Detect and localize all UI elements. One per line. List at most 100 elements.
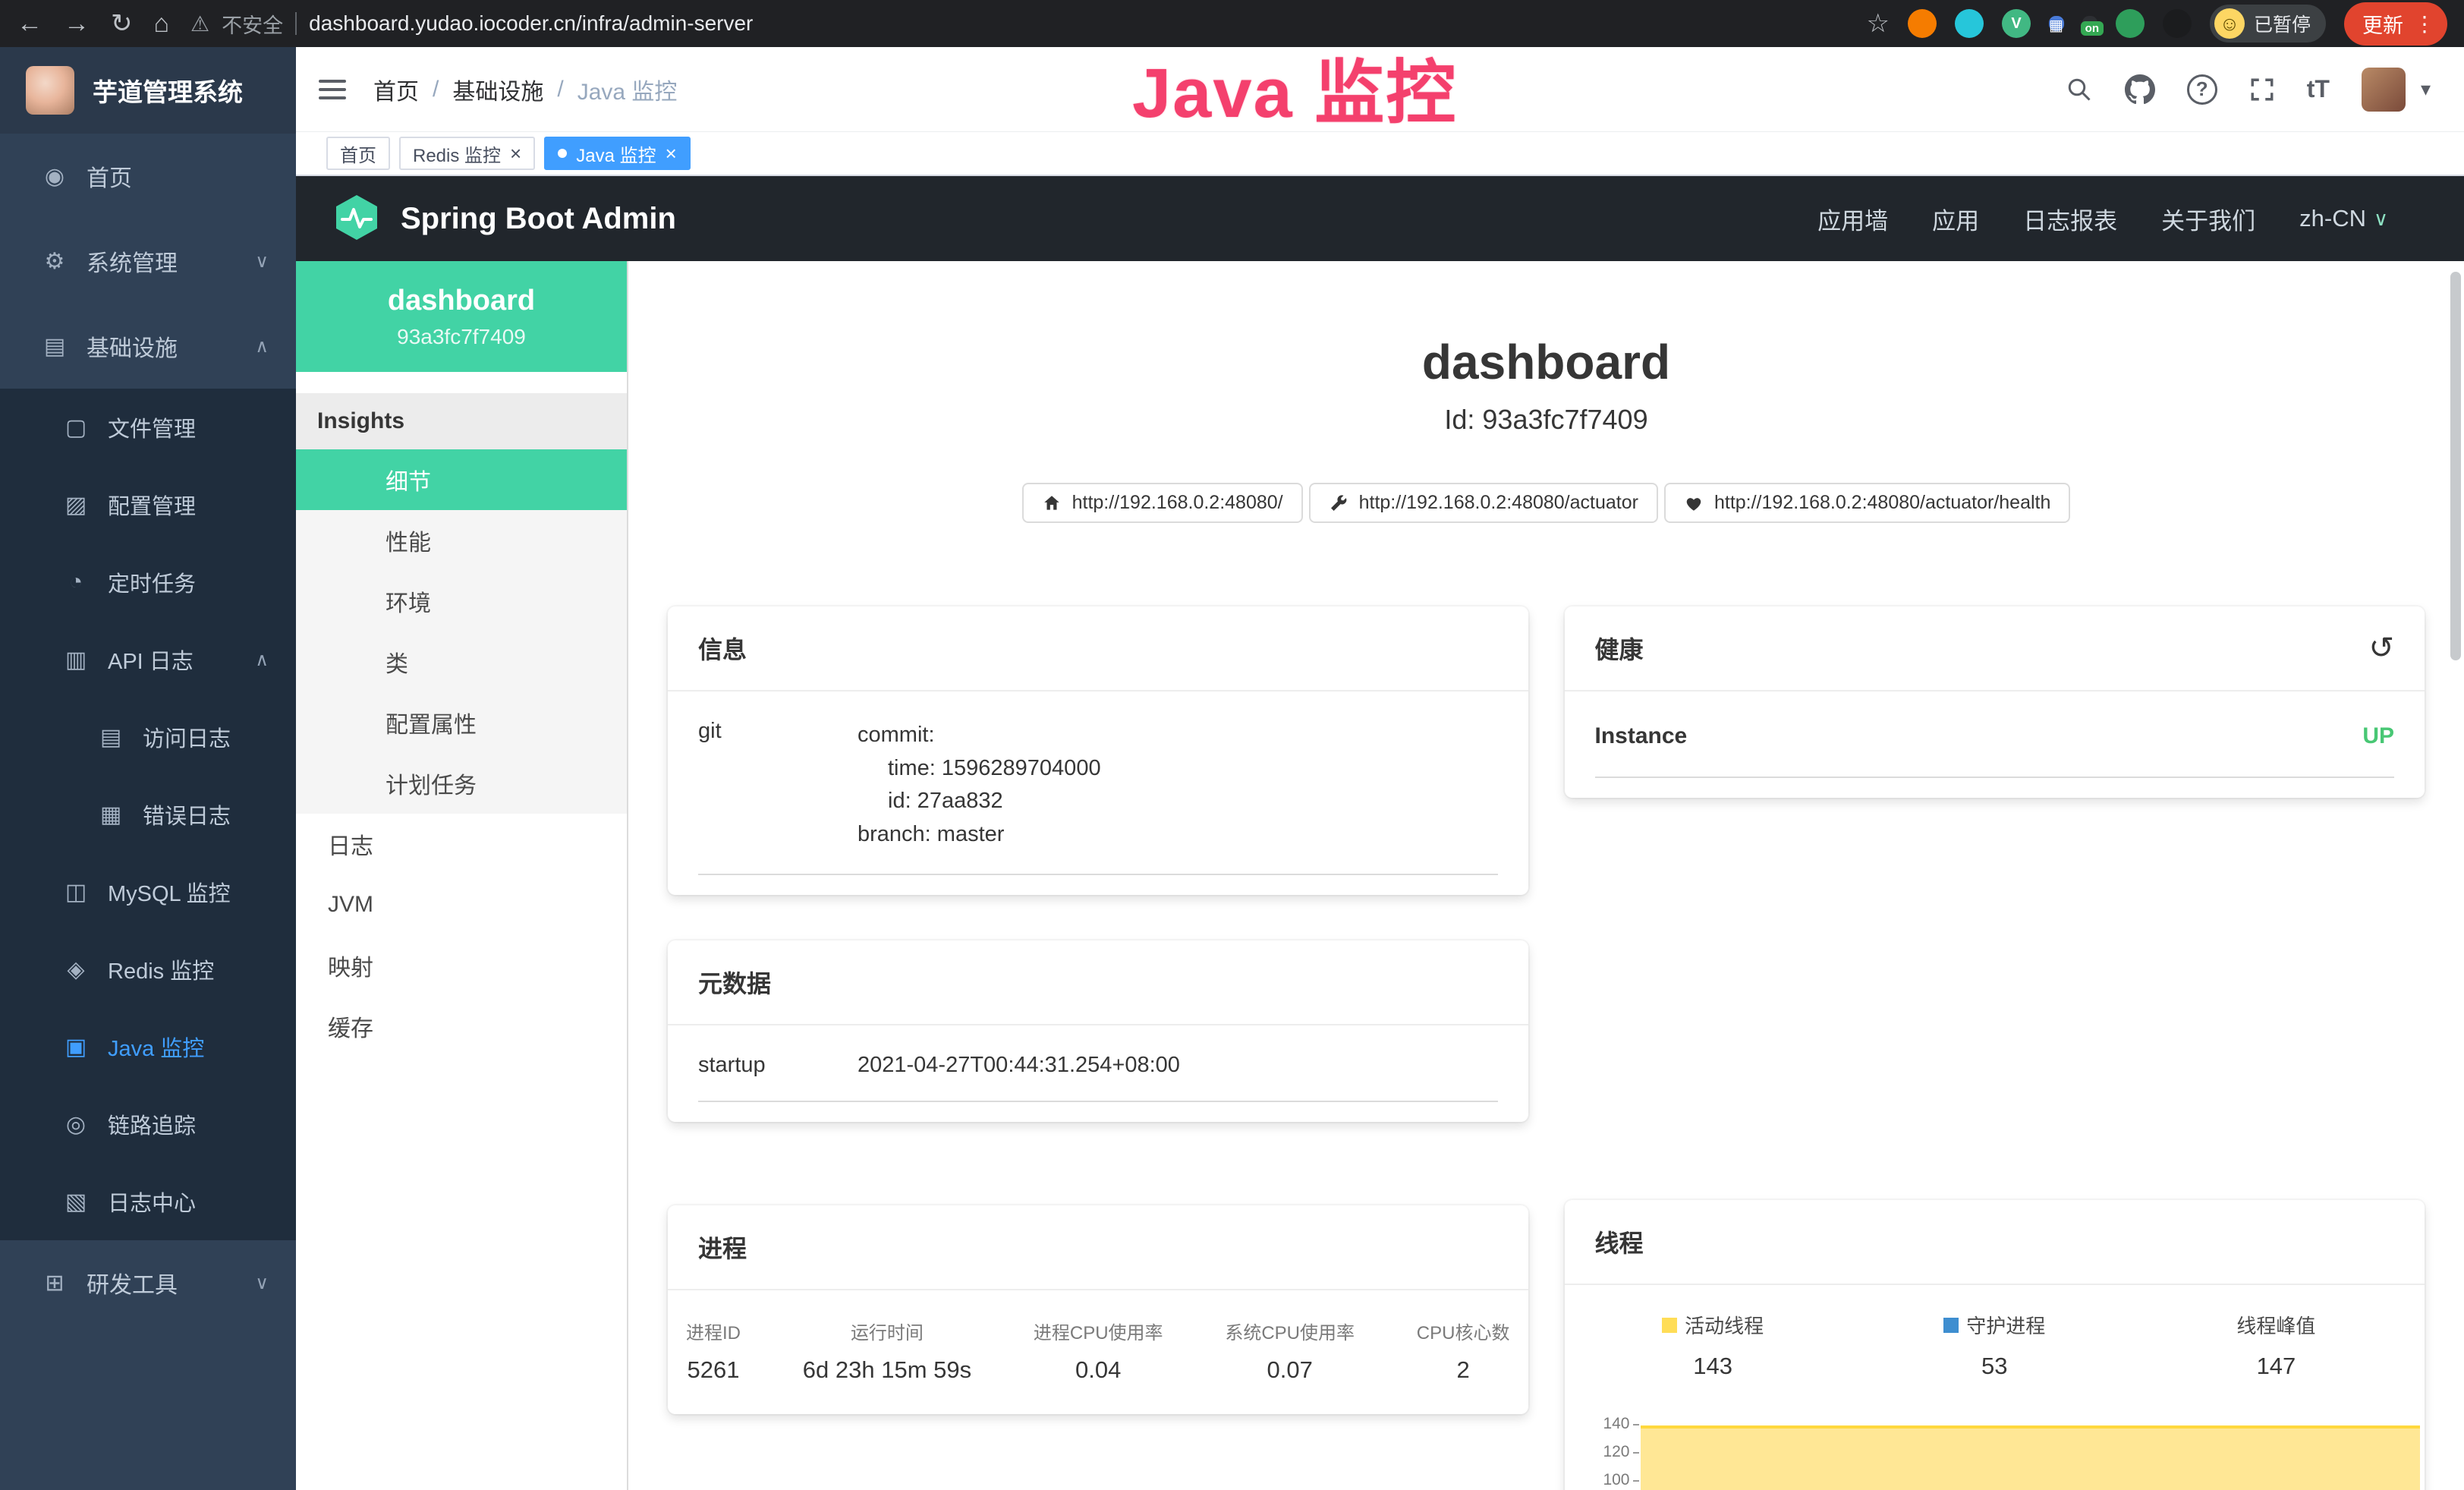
- profile-chip[interactable]: ☺ 已暂停: [2210, 5, 2326, 43]
- log-center-icon: ▧: [59, 1189, 93, 1215]
- locale-select[interactable]: zh-CN ∨: [2299, 205, 2388, 232]
- access-log-icon: ▤: [94, 724, 127, 751]
- sidebar-item-label: 基础设施: [87, 329, 178, 363]
- search-icon[interactable]: [2066, 76, 2093, 103]
- extension-on-badge: on: [2081, 21, 2104, 36]
- breadcrumb-home[interactable]: 首页: [373, 73, 419, 106]
- sba-logo-icon[interactable]: [332, 193, 381, 245]
- sba-item-config-props[interactable]: 配置属性: [296, 692, 627, 753]
- sidebar-item-label: 定时任务: [108, 566, 196, 598]
- sba-item-metrics[interactable]: 性能: [296, 510, 627, 571]
- actuator-url-link[interactable]: http://192.168.0.2:48080/actuator: [1309, 483, 1658, 523]
- locale-label: zh-CN: [2299, 205, 2366, 232]
- close-icon[interactable]: ×: [510, 143, 521, 163]
- main-sidebar: 芋道管理系统 ◉ 首页 ⚙ 系统管理 ∨ ▤ 基础设施 ∧ ▢ 文件管理 ▨ 配…: [0, 47, 296, 1490]
- sba-item-jvm[interactable]: JVM: [296, 874, 627, 935]
- chevron-down-icon[interactable]: ▾: [2421, 77, 2431, 101]
- chart-y-axis: 140 120 100: [1583, 1415, 1641, 1490]
- hamburger-icon[interactable]: [319, 80, 346, 99]
- home-icon[interactable]: ⌂: [154, 11, 170, 36]
- sba-item-logs[interactable]: 日志: [296, 814, 627, 874]
- sidebar-item-system-management[interactable]: ⚙ 系统管理 ∨: [0, 219, 296, 304]
- reload-icon[interactable]: ↻: [111, 11, 133, 36]
- health-row[interactable]: Instance UP: [1595, 696, 2395, 778]
- sidebar-item-access-logs[interactable]: ▤ 访问日志: [0, 698, 296, 776]
- breadcrumb-infrastructure[interactable]: 基础设施: [452, 73, 543, 106]
- legend-daemon-threads: 守护进程 53: [1854, 1311, 2135, 1380]
- tracing-icon: ◎: [59, 1111, 93, 1138]
- extension-icon-switch[interactable]: on: [2082, 16, 2097, 31]
- sba-instance-header[interactable]: dashboard 93a3fc7f7409: [296, 261, 627, 372]
- card-body: startup 2021-04-27T00:44:31.254+08:00: [668, 1025, 1528, 1122]
- sba-nav-journal[interactable]: 日志报表: [2023, 202, 2117, 236]
- stat-uptime: 运行时间 6d 23h 15m 59s: [803, 1318, 971, 1384]
- sidebar-item-infrastructure[interactable]: ▤ 基础设施 ∧: [0, 304, 296, 389]
- sidebar-item-scheduled-tasks[interactable]: ◔ 定时任务: [0, 543, 296, 621]
- sba-item-environment[interactable]: 环境: [296, 571, 627, 632]
- sidebar-item-java-monitor[interactable]: ▣ Java 监控: [0, 1008, 296, 1085]
- sba-item-caches[interactable]: 缓存: [296, 996, 627, 1057]
- toolbar-right: ☆ V ▦ on ☺ 已暂停 更新 ⋮: [1867, 2, 2448, 46]
- instance-id: 93a3fc7f7409: [397, 325, 526, 349]
- sidebar-item-file-management[interactable]: ▢ 文件管理: [0, 389, 296, 466]
- sidebar-item-mysql-monitor[interactable]: ◫ MySQL 监控: [0, 853, 296, 931]
- sidebar-item-devtools[interactable]: ⊞ 研发工具 ∨: [0, 1240, 296, 1325]
- sidebar-item-config-management[interactable]: ▨ 配置管理: [0, 466, 296, 543]
- health-url-link[interactable]: http://192.168.0.2:48080/actuator/health: [1664, 483, 2070, 523]
- sba-item-classes[interactable]: 类: [296, 632, 627, 692]
- sba-item-details[interactable]: 细节: [296, 449, 627, 510]
- sidebar-item-error-logs[interactable]: ▦ 错误日志: [0, 776, 296, 853]
- back-icon[interactable]: ←: [17, 11, 42, 36]
- url-text[interactable]: dashboard.yudao.iocoder.cn/infra/admin-s…: [309, 11, 753, 36]
- bookmark-star-icon[interactable]: ☆: [1867, 11, 1890, 36]
- sidebar-item-label: 日志中心: [108, 1186, 196, 1218]
- devtools-icon: ⊞: [38, 1270, 71, 1296]
- extension-icon-grid[interactable]: ▦: [2049, 16, 2064, 31]
- extension-icon-dark[interactable]: [2163, 9, 2192, 38]
- scrollbar-thumb[interactable]: [2450, 272, 2461, 660]
- tags-view: 首页 Redis 监控 × Java 监控 ×: [296, 132, 2464, 176]
- sidebar-item-tracing[interactable]: ◎ 链路追踪: [0, 1085, 296, 1163]
- sidebar-item-label: 配置管理: [108, 489, 196, 521]
- app-logo-row[interactable]: 芋道管理系统: [0, 47, 296, 134]
- fullscreen-icon[interactable]: [2249, 77, 2275, 102]
- github-icon[interactable]: [2125, 74, 2155, 105]
- sba-section-insights: Insights: [296, 393, 627, 449]
- active-dot: [558, 149, 567, 158]
- stat-pid: 进程ID 5261: [686, 1318, 741, 1384]
- sba-nav-applications[interactable]: 应用: [1932, 202, 1979, 236]
- sidebar-item-home[interactable]: ◉ 首页: [0, 134, 296, 219]
- sidebar-item-api-logs[interactable]: ▥ API 日志 ∧: [0, 621, 296, 698]
- update-button[interactable]: 更新 ⋮: [2344, 2, 2447, 46]
- sidebar-item-log-center[interactable]: ▧ 日志中心: [0, 1163, 296, 1240]
- font-size-icon[interactable]: tT: [2307, 75, 2330, 103]
- tag-home[interactable]: 首页: [326, 137, 390, 170]
- extension-icon-drop[interactable]: [1955, 9, 1984, 38]
- user-avatar[interactable]: [2362, 68, 2406, 112]
- sba-nav-about[interactable]: 关于我们: [2161, 202, 2255, 236]
- tag-java-monitor[interactable]: Java 监控 ×: [544, 137, 691, 170]
- profile-avatar-icon: ☺: [2214, 8, 2245, 39]
- sidebar-item-redis-monitor[interactable]: ◈ Redis 监控: [0, 931, 296, 1008]
- header-actions: ? tT ▾: [2066, 68, 2431, 112]
- actuator-url-text: http://192.168.0.2:48080/actuator: [1359, 492, 1638, 514]
- forward-icon[interactable]: →: [64, 11, 90, 36]
- sba-item-mappings[interactable]: 映射: [296, 935, 627, 996]
- sba-nav-wallboard[interactable]: 应用墙: [1817, 202, 1888, 236]
- app-title: 芋道管理系统: [93, 72, 243, 109]
- history-icon[interactable]: ↺: [2368, 631, 2394, 666]
- extension-icon-leaf[interactable]: [2116, 9, 2145, 38]
- tag-redis-monitor[interactable]: Redis 监控 ×: [399, 137, 535, 170]
- address-bar[interactable]: ⚠ 不安全 dashboard.yudao.iocoder.cn/infra/a…: [190, 9, 753, 39]
- browser-menu-icon[interactable]: ⋮: [2414, 11, 2435, 36]
- stat-system-cpu: 系统CPU使用率 0.07: [1225, 1318, 1355, 1384]
- service-url-link[interactable]: http://192.168.0.2:48080/: [1022, 483, 1303, 523]
- sba-item-scheduled[interactable]: 计划任务: [296, 753, 627, 814]
- api-log-icon: ▥: [59, 647, 93, 673]
- security-warning-icon[interactable]: ⚠: [190, 11, 209, 36]
- close-icon[interactable]: ×: [666, 143, 677, 163]
- extension-icon-orange[interactable]: [1908, 9, 1937, 38]
- extension-icon-vue-devtools[interactable]: V: [2002, 9, 2031, 38]
- git-id-line: id: 27aa832: [888, 785, 1498, 818]
- help-icon[interactable]: ?: [2187, 74, 2217, 105]
